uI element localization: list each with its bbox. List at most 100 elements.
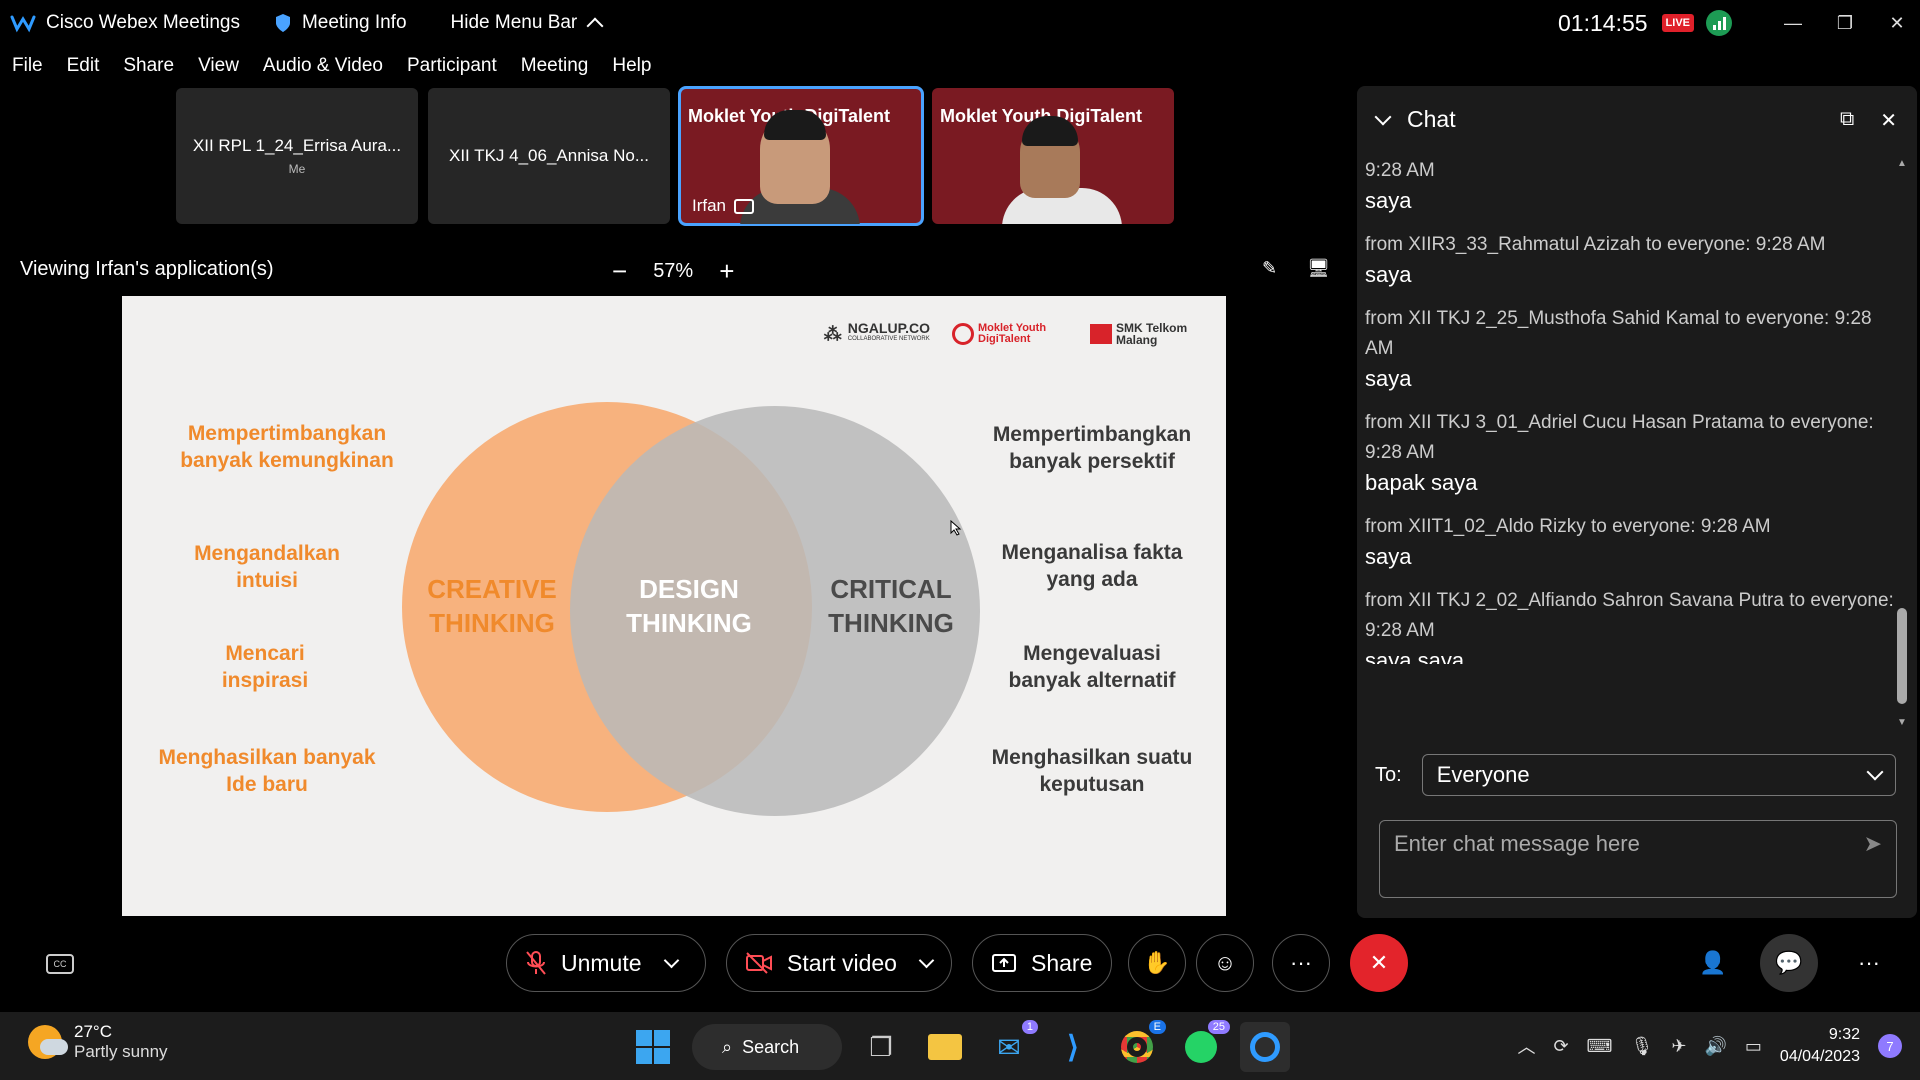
title-bar: Cisco Webex Meetings Meeting Info Hide M… xyxy=(0,0,1920,46)
moklet-logo: Moklet Youth DigiTalent xyxy=(952,323,1068,345)
zoom-out-button[interactable]: − xyxy=(612,256,627,287)
mic-muted-icon[interactable]: 🎙 xyxy=(1631,1036,1654,1057)
send-icon[interactable]: ➤ xyxy=(1864,831,1882,857)
live-badge: LIVE xyxy=(1661,14,1694,32)
sync-icon[interactable]: ⟳ xyxy=(1553,1036,1568,1057)
network-signal-icon[interactable] xyxy=(1706,10,1732,36)
volume-icon[interactable]: 🔊 xyxy=(1704,1036,1726,1057)
weather-widget[interactable]: 27°C Partly sunny xyxy=(28,1022,168,1062)
close-icon[interactable]: ✕ xyxy=(1880,108,1897,133)
chevron-down-icon[interactable] xyxy=(918,952,935,968)
participants-button[interactable]: 👤 xyxy=(1684,934,1742,992)
moklet-name: Moklet Youth DigiTalent xyxy=(978,322,1047,345)
vscode-button[interactable]: ⟩ xyxy=(1048,1022,1098,1072)
chat-panel: Chat ⧉ ✕ 9:28 AM saya from XIIR3_33_Rahm… xyxy=(1357,86,1917,918)
chat-input[interactable]: Enter chat message here ➤ xyxy=(1379,820,1897,898)
more-panels-button[interactable]: ··· xyxy=(1840,934,1898,992)
more-options-button[interactable]: ··· xyxy=(1272,934,1330,992)
participant-video-tile[interactable]: Moklet Youth DigiTalent xyxy=(932,88,1174,224)
menu-audio-video[interactable]: Audio & Video xyxy=(263,55,383,77)
ngalup-tagline: COLLABORATIVE NETWORK xyxy=(847,336,930,342)
menu-participant[interactable]: Participant xyxy=(407,55,497,77)
participant-video-tile-active[interactable]: Moklet Youth DigiTalent Irfan xyxy=(678,86,924,226)
smk-mark-icon xyxy=(1090,324,1112,344)
file-explorer-button[interactable] xyxy=(920,1022,970,1072)
zoom-level: 57% xyxy=(653,260,694,282)
scrollbar-thumb[interactable] xyxy=(1897,608,1907,704)
minimize-button[interactable]: — xyxy=(1770,0,1816,46)
weather-temp: 27°C xyxy=(74,1022,112,1041)
leave-meeting-button[interactable]: ✕ xyxy=(1350,934,1408,992)
battery-icon[interactable]: ▭ xyxy=(1745,1036,1762,1057)
menu-file[interactable]: File xyxy=(12,55,43,77)
unmute-button[interactable]: Unmute xyxy=(506,934,706,992)
share-icon xyxy=(992,954,1016,972)
weather-icon xyxy=(28,1025,68,1059)
participant-tile[interactable]: XII TKJ 4_06_Annisa No... xyxy=(428,88,670,224)
mouse-cursor-icon xyxy=(950,520,962,536)
zoom-controls: − 57% + xyxy=(612,256,734,287)
menu-help[interactable]: Help xyxy=(612,55,651,77)
webex-taskbar-button[interactable] xyxy=(1240,1022,1290,1072)
scroll-down-icon[interactable]: ▼ xyxy=(1897,717,1907,728)
chat-scrollbar[interactable]: ▲ ▼ xyxy=(1895,158,1909,728)
chat-messages[interactable]: 9:28 AM saya from XIIR3_33_Rahmatul Aziz… xyxy=(1365,156,1895,664)
chevron-down-icon[interactable] xyxy=(1374,108,1392,125)
meeting-info-button[interactable]: Meeting Info xyxy=(274,12,407,34)
airplane-icon[interactable]: ✈ xyxy=(1671,1036,1686,1057)
restore-button[interactable]: ❐ xyxy=(1822,0,1868,46)
reactions-button[interactable]: ☺ xyxy=(1196,934,1254,992)
zoom-in-button[interactable]: + xyxy=(719,256,734,287)
menu-meeting[interactable]: Meeting xyxy=(521,55,589,77)
start-button[interactable] xyxy=(628,1022,678,1072)
view-tools: ✎ 🖥 xyxy=(1262,258,1330,279)
popout-icon[interactable]: ⧉ xyxy=(1840,108,1854,133)
webex-logo-icon xyxy=(10,15,36,33)
folder-icon xyxy=(928,1034,962,1060)
notification-badge[interactable]: 7 xyxy=(1878,1034,1902,1058)
close-window-button[interactable]: ✕ xyxy=(1874,0,1920,46)
participants-icon: 👤 xyxy=(1699,950,1727,975)
captions-icon[interactable]: CC xyxy=(46,954,74,974)
whatsapp-badge: 25 xyxy=(1207,1020,1230,1034)
vscode-icon: ⟩ xyxy=(1067,1030,1079,1064)
chrome-button[interactable]: E xyxy=(1112,1020,1166,1072)
whatsapp-button[interactable]: 25 xyxy=(1176,1020,1230,1072)
recipient-select[interactable]: Everyone xyxy=(1421,754,1896,796)
hand-icon: ✋ xyxy=(1143,950,1171,975)
chat-toggle-button[interactable]: 💬 xyxy=(1760,934,1818,992)
chevron-down-icon[interactable] xyxy=(663,952,679,968)
chat-header[interactable]: Chat xyxy=(1374,106,1456,133)
mail-button[interactable]: ✉ 1 xyxy=(984,1020,1038,1072)
menu-edit[interactable]: Edit xyxy=(67,55,100,77)
chat-meta: from XII TKJ 2_02_Alfiando Sahron Savana… xyxy=(1365,590,1894,641)
tray-time: 9:32 xyxy=(1828,1026,1860,1043)
raise-hand-button[interactable]: ✋ xyxy=(1128,934,1186,992)
menu-share[interactable]: Share xyxy=(123,55,174,77)
share-label: Share xyxy=(1031,949,1093,976)
keyboard-icon[interactable]: ⌨ xyxy=(1587,1036,1613,1057)
ngalup-name: NGALUP.CO xyxy=(847,320,930,336)
shared-content-stage: ⁂ NGALUP.CO COLLABORATIVE NETWORK Moklet… xyxy=(0,296,1352,916)
share-button[interactable]: Share xyxy=(972,934,1112,992)
meeting-controls: CC Unmute Start video Share ✋ ☺ ··· ✕ 👤 … xyxy=(0,924,1920,1004)
mail-badge: 1 xyxy=(1021,1020,1038,1034)
start-video-button[interactable]: Start video xyxy=(726,934,952,992)
webex-icon xyxy=(1250,1032,1280,1062)
chat-meta: from XII TKJ 3_01_Adriel Cucu Hasan Prat… xyxy=(1365,412,1874,463)
scroll-up-icon[interactable]: ▲ xyxy=(1897,158,1907,169)
recipient-value: Everyone xyxy=(1436,762,1530,787)
chevron-up-icon xyxy=(586,17,604,35)
task-view-button[interactable]: ❐ xyxy=(856,1022,906,1072)
hide-menu-bar-button[interactable]: Hide Menu Bar xyxy=(451,12,604,35)
remote-control-icon[interactable]: 🖥 xyxy=(1307,258,1330,279)
taskbar-search[interactable]: ⌕ Search xyxy=(692,1024,842,1070)
chevron-up-icon[interactable]: ︿ xyxy=(1517,1033,1535,1059)
participant-strip: XII RPL 1_24_Errisa Aura... Me XII TKJ 4… xyxy=(176,86,1174,226)
left-item: Menghasilkan banyak Ide baru xyxy=(158,746,376,796)
annotate-icon[interactable]: ✎ xyxy=(1262,258,1277,279)
participant-tile[interactable]: XII RPL 1_24_Errisa Aura... Me xyxy=(176,88,418,224)
shield-icon xyxy=(275,14,290,32)
clock-area[interactable]: 9:32 04/04/2023 xyxy=(1780,1024,1860,1068)
menu-view[interactable]: View xyxy=(198,55,239,77)
